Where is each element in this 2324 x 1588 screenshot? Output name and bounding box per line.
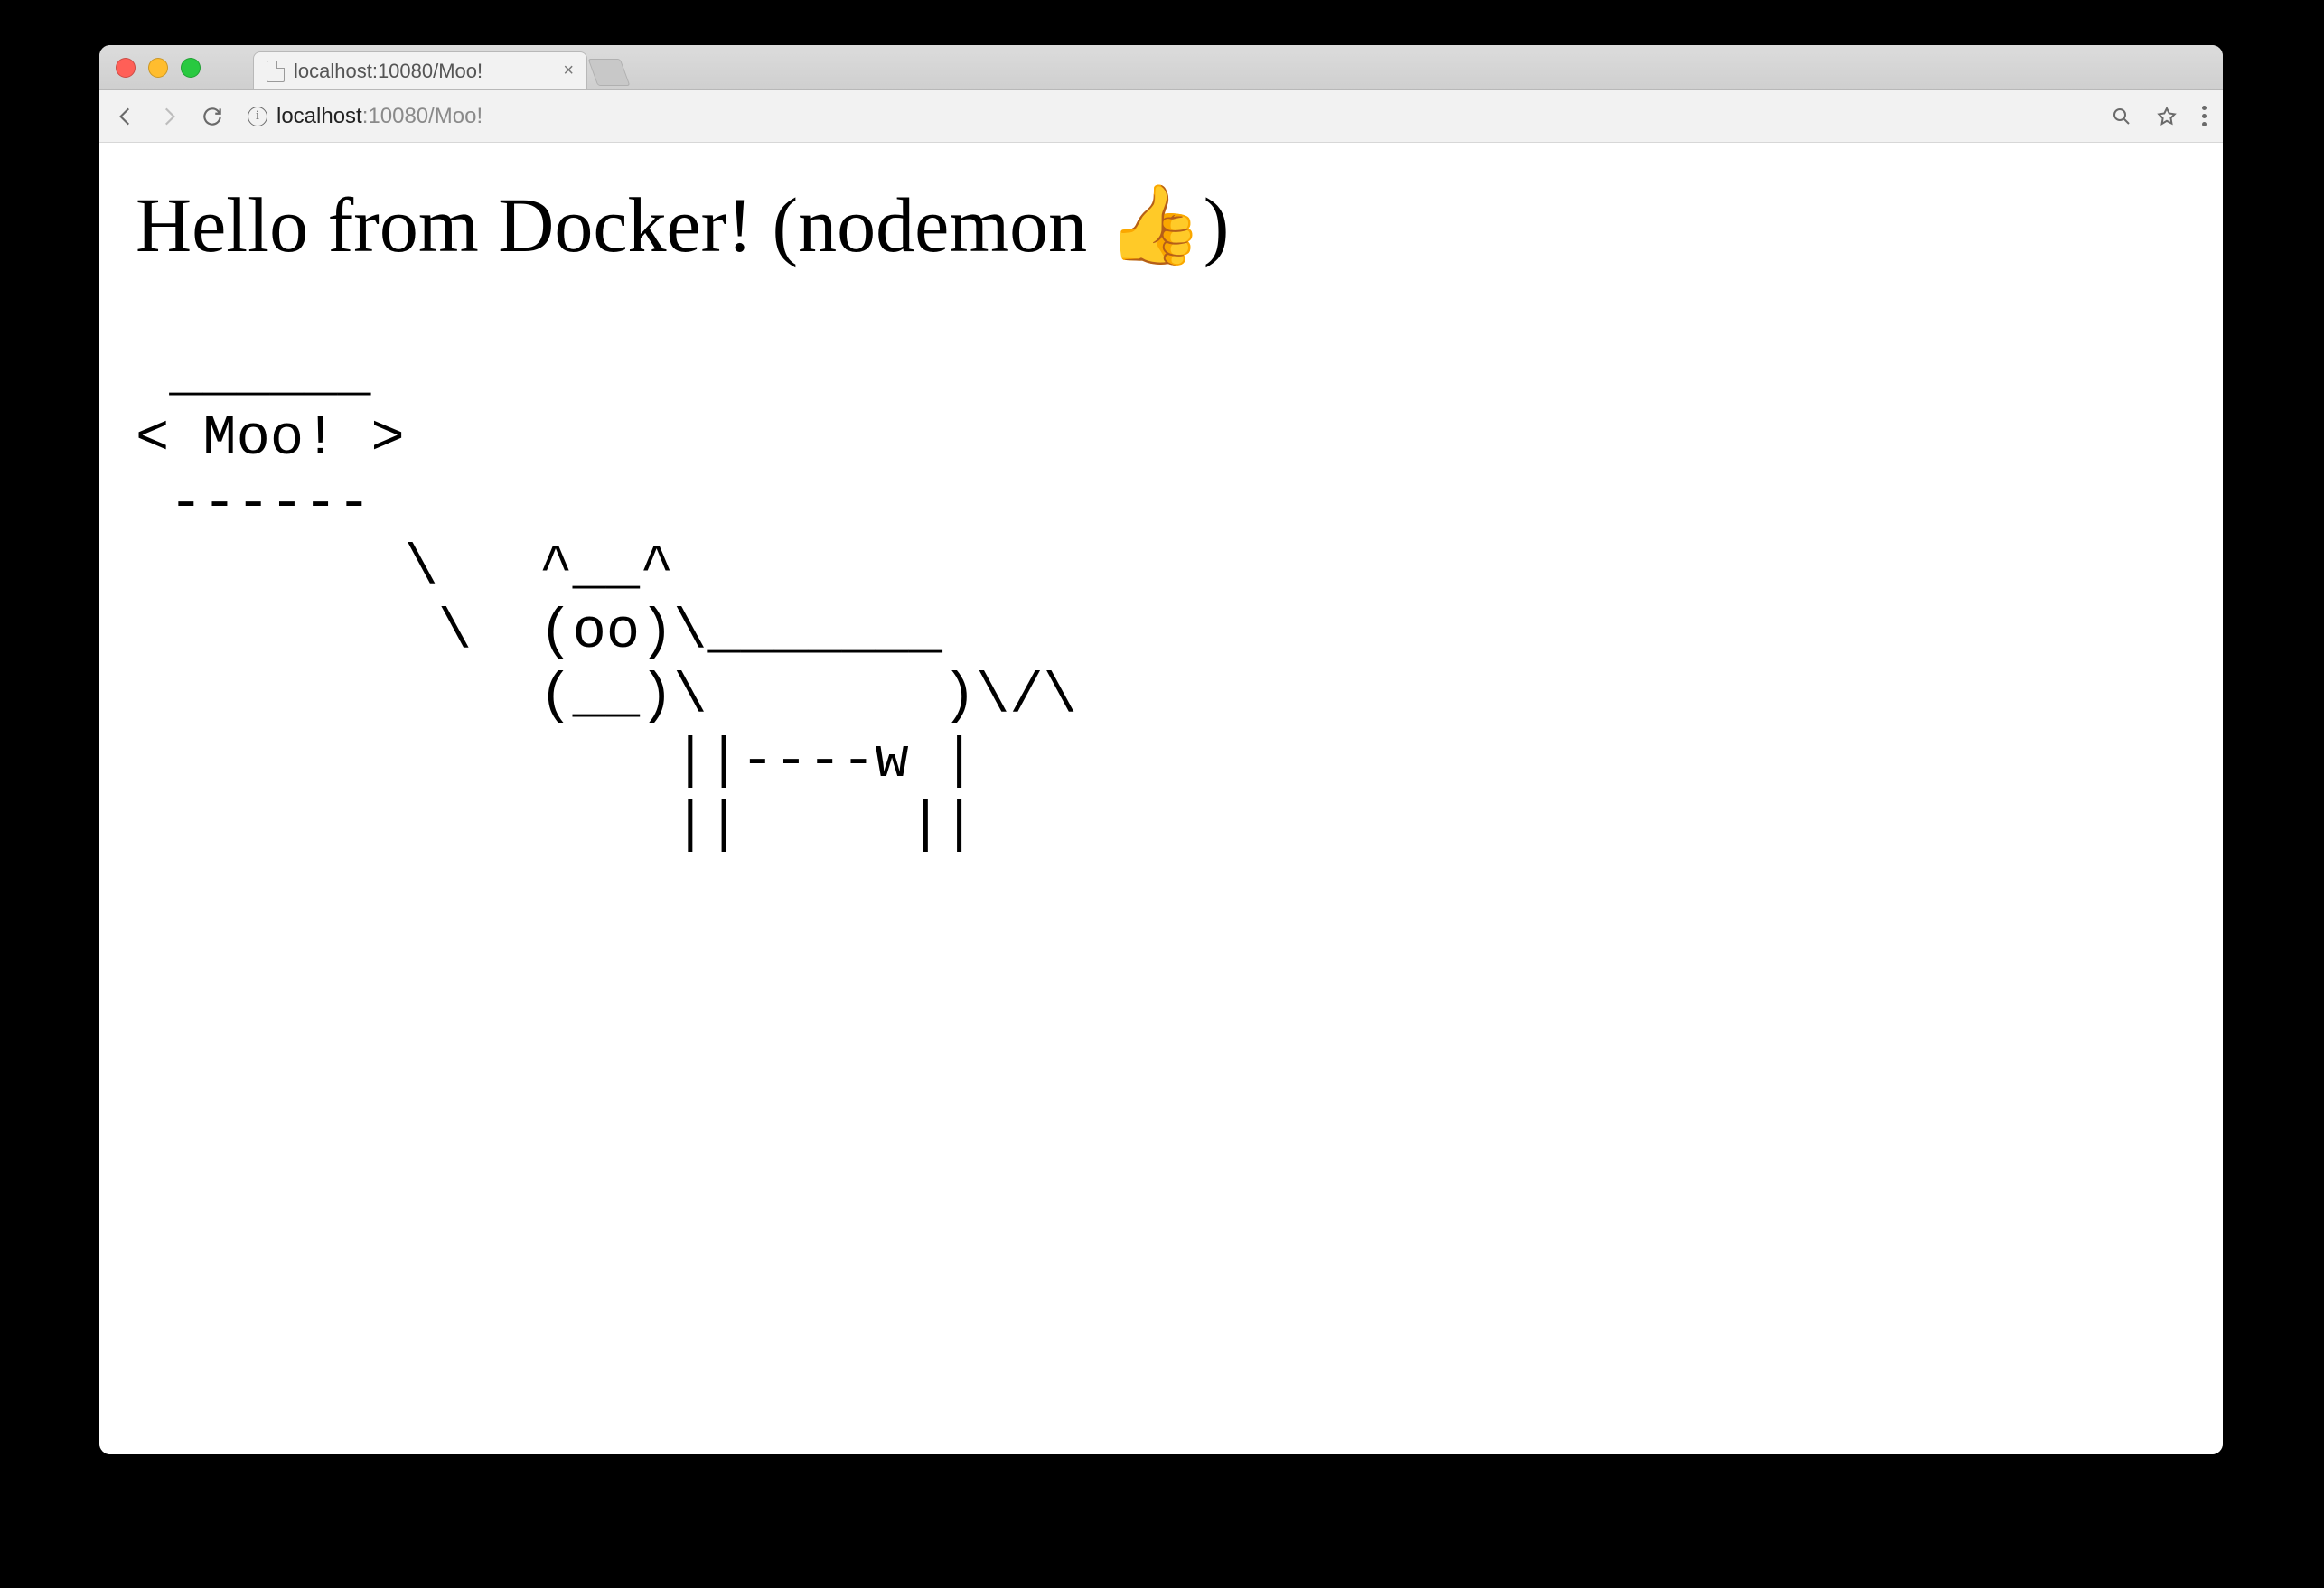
browser-tab[interactable]: localhost:10080/Moo! × — [253, 51, 587, 89]
tab-close-button[interactable]: × — [563, 61, 574, 81]
zoom-icon[interactable] — [2108, 103, 2135, 130]
tab-title: localhost:10080/Moo! — [294, 60, 554, 83]
url-rest: :10080/Moo! — [362, 104, 483, 128]
bookmark-star-icon[interactable] — [2153, 103, 2180, 130]
browser-window: localhost:10080/Moo! × i localhost:10080… — [99, 45, 2223, 1454]
url-host: localhost — [276, 104, 362, 128]
site-info-icon[interactable]: i — [248, 107, 267, 126]
window-close-button[interactable] — [116, 58, 136, 78]
browser-toolbar: i localhost:10080/Moo! — [99, 90, 2223, 143]
tab-strip: localhost:10080/Moo! × — [99, 45, 2223, 90]
page-favicon-icon — [267, 61, 285, 82]
page-heading: Hello from Docker! (nodemon 👍) — [136, 179, 2187, 270]
address-bar[interactable]: i localhost:10080/Moo! — [242, 104, 2092, 129]
window-zoom-button[interactable] — [181, 58, 201, 78]
back-button[interactable] — [112, 103, 139, 130]
toolbar-right — [2108, 103, 2210, 130]
page-content: Hello from Docker! (nodemon 👍) ______ < … — [99, 143, 2223, 1454]
window-minimize-button[interactable] — [148, 58, 168, 78]
forward-button[interactable] — [155, 103, 183, 130]
reload-button[interactable] — [199, 103, 226, 130]
window-controls — [116, 58, 201, 78]
url-text: localhost:10080/Moo! — [276, 104, 483, 129]
browser-menu-button[interactable] — [2198, 106, 2210, 126]
new-tab-button[interactable] — [588, 59, 631, 86]
cowsay-ascii: ______ < Moo! > ------ \ ^__^ \ (oo)\___… — [136, 342, 2187, 857]
